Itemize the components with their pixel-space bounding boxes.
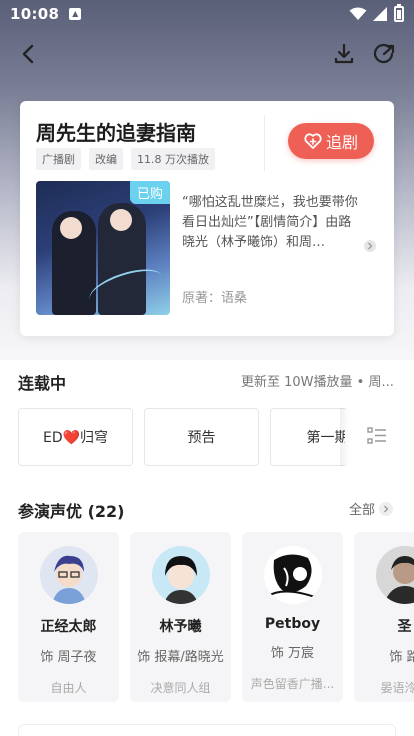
cv-group: 决意同人组 <box>150 681 211 695</box>
download-button[interactable] <box>330 40 358 68</box>
cv-name: 林予曦 <box>159 619 202 635</box>
scroll-shadow <box>340 408 350 466</box>
drama-title: 周先生的追妻指南 <box>36 121 196 145</box>
follow-button[interactable]: 追剧 <box>288 123 374 159</box>
wifi-icon <box>349 7 367 20</box>
avatar <box>151 546 210 604</box>
cv-role: 饰 报幕/路晓光 <box>137 650 224 665</box>
next-section-card <box>18 724 396 736</box>
avatar <box>39 546 98 604</box>
cast-card[interactable]: 林予曦 饰 报幕/路晓光 决意同人组 <box>130 532 231 702</box>
follow-label: 追剧 <box>325 133 358 152</box>
cv-role: 饰 周子夜 <box>40 650 97 665</box>
status-time: 10:08 <box>10 5 60 23</box>
status-bar: 10:08 <box>0 0 414 28</box>
divider <box>264 115 265 171</box>
cast-all-button[interactable]: 全部 <box>349 499 394 518</box>
synopsis[interactable]: “哪怕这乱世糜烂，我也要带你看日出灿烂”【剧情简介】由路晓光（林予曦饰）和周… <box>182 193 358 253</box>
app-notification-icon <box>69 8 82 20</box>
list-icon <box>367 427 386 444</box>
nav-bar <box>0 36 414 70</box>
cast-section-title: 参演声优 (22) <box>18 502 125 521</box>
avatar <box>375 546 414 604</box>
share-button[interactable] <box>370 40 398 68</box>
episode-list: ED❤️归穹 预告 第一期 <box>18 408 345 466</box>
episode-button[interactable]: ED❤️归穹 <box>18 408 133 466</box>
cv-name: 正经太郎 <box>40 619 97 635</box>
download-icon <box>334 43 354 64</box>
avatar <box>263 546 322 604</box>
chevron-right-icon <box>379 501 394 516</box>
cast-list: 正经太郎 饰 周子夜 自由人 林予曦 饰 报幕/路晓光 决意同人组 Petboy… <box>18 532 414 702</box>
chevron-right-icon <box>368 242 373 250</box>
cv-group: 晏语泠然 <box>380 681 414 695</box>
back-arrow-icon <box>22 44 34 64</box>
back-button[interactable] <box>14 40 42 68</box>
cast-card[interactable]: 圣 饰 路 晏语泠然 <box>354 532 414 702</box>
tag-play-count: 11.8 万次播放 <box>131 148 215 170</box>
heart-plus-icon <box>304 133 322 149</box>
cv-role: 饰 路 <box>389 650 414 665</box>
cv-name: 圣 <box>397 619 412 635</box>
episode-button[interactable]: 预告 <box>144 408 259 466</box>
episode-button[interactable]: 第一期 <box>270 408 345 466</box>
cover-face <box>110 209 132 231</box>
signal-icon <box>373 7 387 21</box>
cast-card[interactable]: 正经太郎 饰 周子夜 自由人 <box>18 532 119 702</box>
drama-cover-image[interactable]: 已购 <box>36 181 170 315</box>
cv-name: Petboy <box>264 616 321 632</box>
synopsis-expand-button[interactable] <box>364 240 376 252</box>
purchased-badge: 已购 <box>129 181 170 204</box>
update-status[interactable]: 更新至 10W播放量 • 周... <box>241 371 393 390</box>
cv-role: 饰 万宸 <box>270 646 315 661</box>
serial-status-title: 连载中 <box>18 374 67 393</box>
cast-card[interactable]: Petboy 饰 万宸 声色留香广播... <box>242 532 343 702</box>
share-icon <box>373 43 395 64</box>
cover-face <box>60 217 82 239</box>
drama-info-card: 周先生的追妻指南 广播剧 改编 11.8 万次播放 追剧 已购 “哪怕这乱世糜烂… <box>20 101 394 336</box>
original-author[interactable]: 原著：语桑 <box>182 287 247 306</box>
tag-adaptation: 改编 <box>89 148 123 170</box>
episode-list-button[interactable] <box>366 426 390 446</box>
cast-all-label: 全部 <box>349 503 376 518</box>
battery-icon <box>394 4 404 22</box>
cv-group: 自由人 <box>50 681 87 695</box>
drama-tags: 广播剧 改编 11.8 万次播放 <box>36 148 215 170</box>
cv-group: 声色留香广播... <box>250 677 335 691</box>
tag-category: 广播剧 <box>36 148 81 170</box>
